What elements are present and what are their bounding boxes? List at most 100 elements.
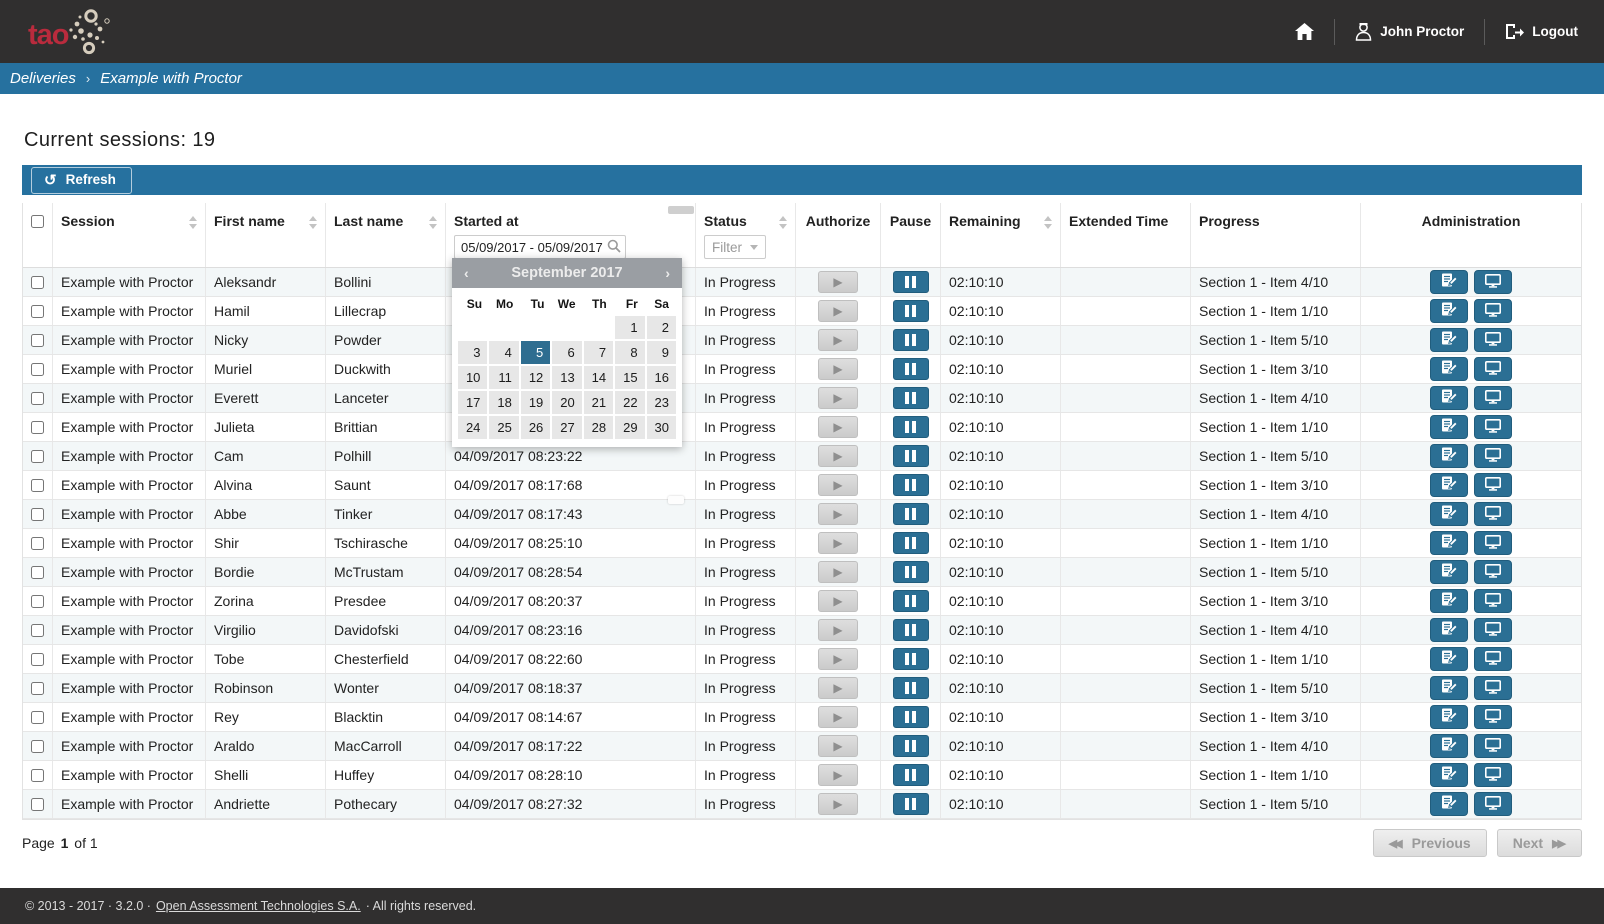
pause-button[interactable] bbox=[893, 300, 929, 322]
pause-button[interactable] bbox=[893, 619, 929, 641]
calendar-day[interactable]: 10 bbox=[458, 366, 487, 389]
previous-button[interactable]: ◀◀ Previous bbox=[1373, 829, 1487, 857]
refresh-button[interactable]: ↺ Refresh bbox=[31, 167, 132, 194]
monitor-button[interactable] bbox=[1474, 647, 1512, 671]
authorize-button[interactable]: ▶ bbox=[818, 619, 858, 641]
row-checkbox[interactable] bbox=[31, 450, 44, 463]
home-button[interactable] bbox=[1295, 23, 1314, 40]
calendar-day[interactable]: 11 bbox=[489, 366, 518, 389]
authorize-button[interactable]: ▶ bbox=[818, 329, 858, 351]
calendar-day[interactable]: 9 bbox=[647, 341, 676, 364]
row-checkbox[interactable] bbox=[31, 566, 44, 579]
report-button[interactable] bbox=[1430, 357, 1468, 381]
report-button[interactable] bbox=[1430, 415, 1468, 439]
pause-button[interactable] bbox=[893, 735, 929, 757]
pause-button[interactable] bbox=[893, 764, 929, 786]
pause-button[interactable] bbox=[893, 358, 929, 380]
report-button[interactable] bbox=[1430, 502, 1468, 526]
authorize-button[interactable]: ▶ bbox=[818, 648, 858, 670]
report-button[interactable] bbox=[1430, 386, 1468, 410]
authorize-button[interactable]: ▶ bbox=[818, 300, 858, 322]
status-filter-select[interactable]: Filter bbox=[704, 235, 766, 259]
authorize-button[interactable]: ▶ bbox=[818, 532, 858, 554]
calendar-prev-icon[interactable]: ‹ bbox=[464, 265, 469, 281]
report-button[interactable] bbox=[1430, 299, 1468, 323]
authorize-button[interactable]: ▶ bbox=[818, 271, 858, 293]
monitor-button[interactable] bbox=[1474, 386, 1512, 410]
pause-button[interactable] bbox=[893, 474, 929, 496]
calendar-day[interactable]: 16 bbox=[647, 366, 676, 389]
monitor-button[interactable] bbox=[1474, 560, 1512, 584]
row-checkbox[interactable] bbox=[31, 595, 44, 608]
authorize-button[interactable]: ▶ bbox=[818, 503, 858, 525]
monitor-button[interactable] bbox=[1474, 618, 1512, 642]
pause-button[interactable] bbox=[893, 445, 929, 467]
calendar-day[interactable]: 21 bbox=[584, 391, 613, 414]
report-button[interactable] bbox=[1430, 270, 1468, 294]
report-button[interactable] bbox=[1430, 618, 1468, 642]
calendar-day[interactable]: 26 bbox=[521, 416, 550, 439]
row-checkbox[interactable] bbox=[31, 421, 44, 434]
tao-logo[interactable]: tao bbox=[28, 7, 112, 57]
calendar-day[interactable]: 23 bbox=[647, 391, 676, 414]
pause-button[interactable] bbox=[893, 648, 929, 670]
scrollbar-handle[interactable] bbox=[668, 496, 684, 504]
authorize-button[interactable]: ▶ bbox=[818, 677, 858, 699]
monitor-button[interactable] bbox=[1474, 792, 1512, 816]
sort-icon[interactable] bbox=[1044, 213, 1052, 229]
monitor-button[interactable] bbox=[1474, 734, 1512, 758]
pause-button[interactable] bbox=[893, 503, 929, 525]
monitor-button[interactable] bbox=[1474, 705, 1512, 729]
monitor-button[interactable] bbox=[1474, 676, 1512, 700]
report-button[interactable] bbox=[1430, 763, 1468, 787]
report-button[interactable] bbox=[1430, 734, 1468, 758]
row-checkbox[interactable] bbox=[31, 276, 44, 289]
monitor-button[interactable] bbox=[1474, 473, 1512, 497]
calendar-day[interactable]: 6 bbox=[552, 341, 581, 364]
monitor-button[interactable] bbox=[1474, 328, 1512, 352]
calendar-day[interactable]: 24 bbox=[458, 416, 487, 439]
authorize-button[interactable]: ▶ bbox=[818, 445, 858, 467]
calendar-day[interactable]: 4 bbox=[489, 341, 518, 364]
pause-button[interactable] bbox=[893, 532, 929, 554]
breadcrumb-item-deliveries[interactable]: Deliveries bbox=[10, 70, 76, 87]
calendar-day[interactable]: 12 bbox=[521, 366, 550, 389]
row-checkbox[interactable] bbox=[31, 334, 44, 347]
calendar-day[interactable]: 8 bbox=[615, 341, 644, 364]
sort-icon[interactable] bbox=[309, 213, 317, 229]
sort-icon[interactable] bbox=[189, 213, 197, 229]
calendar-day[interactable]: 22 bbox=[615, 391, 644, 414]
calendar-day[interactable]: 13 bbox=[552, 366, 581, 389]
authorize-button[interactable]: ▶ bbox=[818, 793, 858, 815]
report-button[interactable] bbox=[1430, 647, 1468, 671]
pause-button[interactable] bbox=[893, 677, 929, 699]
authorize-button[interactable]: ▶ bbox=[818, 590, 858, 612]
row-checkbox[interactable] bbox=[31, 798, 44, 811]
calendar-day[interactable]: 15 bbox=[615, 366, 644, 389]
calendar-day[interactable]: 3 bbox=[458, 341, 487, 364]
calendar-day-selected[interactable]: 5 bbox=[521, 341, 550, 364]
calendar-day[interactable]: 17 bbox=[458, 391, 487, 414]
row-checkbox[interactable] bbox=[31, 682, 44, 695]
row-checkbox[interactable] bbox=[31, 653, 44, 666]
calendar-day[interactable]: 18 bbox=[489, 391, 518, 414]
authorize-button[interactable]: ▶ bbox=[818, 387, 858, 409]
row-checkbox[interactable] bbox=[31, 769, 44, 782]
next-button[interactable]: Next ▶▶ bbox=[1497, 829, 1582, 857]
authorize-button[interactable]: ▶ bbox=[818, 416, 858, 438]
monitor-button[interactable] bbox=[1474, 589, 1512, 613]
monitor-button[interactable] bbox=[1474, 299, 1512, 323]
select-all-checkbox[interactable] bbox=[31, 215, 44, 228]
monitor-button[interactable] bbox=[1474, 357, 1512, 381]
sort-icon[interactable] bbox=[429, 213, 437, 229]
report-button[interactable] bbox=[1430, 531, 1468, 555]
monitor-button[interactable] bbox=[1474, 444, 1512, 468]
report-button[interactable] bbox=[1430, 444, 1468, 468]
user-menu[interactable]: John Proctor bbox=[1355, 22, 1464, 41]
calendar-day[interactable]: 27 bbox=[552, 416, 581, 439]
row-checkbox[interactable] bbox=[31, 537, 44, 550]
pause-button[interactable] bbox=[893, 271, 929, 293]
calendar-day[interactable]: 1 bbox=[615, 316, 644, 339]
report-button[interactable] bbox=[1430, 676, 1468, 700]
monitor-button[interactable] bbox=[1474, 502, 1512, 526]
